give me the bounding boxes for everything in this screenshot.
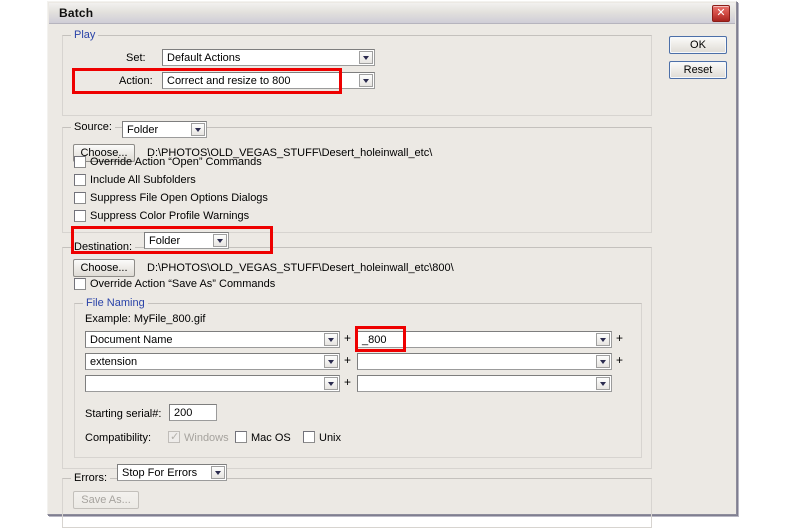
chevron-down-icon[interactable] [596, 377, 610, 390]
naming-row-2-right-dropdown[interactable] [357, 353, 612, 370]
dialog-body: OK Reset Play Set: Default Actions Actio… [49, 23, 735, 528]
action-value: Correct and resize to 800 [167, 75, 291, 87]
naming-row-2-left-value: extension [90, 356, 138, 368]
play-legend: Play [71, 29, 99, 41]
naming-row-1-right-value: _800 [362, 334, 387, 346]
errors-group: Errors: [62, 472, 652, 528]
checkbox-include-subfolders[interactable] [74, 174, 86, 186]
action-label: Action: [119, 75, 153, 87]
checkbox-override-saveas[interactable] [74, 278, 86, 290]
checkbox-override-open-label: Override Action “Open” Commands [90, 156, 262, 168]
naming-row-1-right-dropdown[interactable]: _800 [357, 331, 612, 348]
ok-button[interactable]: OK [669, 36, 727, 54]
check-icon: ✓ [170, 431, 180, 443]
checkbox-override-open[interactable] [74, 156, 86, 168]
chevron-down-icon[interactable] [596, 333, 610, 346]
checkbox-include-subfolders-label: Include All Subfolders [90, 174, 196, 186]
chevron-down-icon[interactable] [324, 333, 338, 346]
page-title: Batch [59, 6, 94, 20]
save-as-button: Save As... [73, 491, 139, 509]
title-bar: Batch ✕ [49, 3, 735, 24]
chevron-down-icon[interactable] [213, 234, 227, 247]
destination-choose-button[interactable]: Choose... [73, 259, 135, 277]
checkbox-suppress-file-open[interactable] [74, 192, 86, 204]
checkbox-override-saveas-label: Override Action “Save As” Commands [90, 278, 276, 290]
naming-row-3-right-dropdown[interactable] [357, 375, 612, 392]
destination-path: D:\PHOTOS\OLD_VEGAS_STUFF\Desert_holeinw… [147, 262, 454, 274]
checkbox-compat-windows: ✓ [168, 431, 180, 443]
file-naming-legend: File Naming [83, 297, 148, 309]
destination-value: Folder [149, 235, 181, 247]
naming-row-1-left-value: Document Name [90, 334, 173, 346]
set-label: Set: [126, 52, 146, 64]
batch-dialog: Batch ✕ OK Reset Play Set: Default Actio… [47, 1, 737, 528]
reset-button[interactable]: Reset [669, 61, 727, 79]
naming-row-2-plus: + [344, 353, 352, 367]
chevron-down-icon[interactable] [359, 51, 373, 64]
checkbox-suppress-color-profile-label: Suppress Color Profile Warnings [90, 210, 250, 222]
checkbox-compat-macos[interactable] [235, 431, 247, 443]
checkbox-suppress-file-open-label: Suppress File Open Options Dialogs [90, 192, 268, 204]
chevron-down-icon[interactable] [324, 377, 338, 390]
file-naming-example: Example: MyFile_800.gif [85, 313, 206, 325]
checkbox-compat-windows-label: Windows [184, 432, 229, 444]
naming-row-1-plus: + [344, 331, 352, 345]
close-icon[interactable]: ✕ [712, 5, 730, 22]
serial-label: Starting serial#: [85, 408, 162, 420]
set-value: Default Actions [167, 52, 241, 64]
compatibility-label: Compatibility: [85, 432, 152, 444]
serial-input[interactable]: 200 [169, 404, 217, 421]
source-dropdown[interactable]: Folder [122, 121, 207, 138]
close-glyph: ✕ [716, 6, 726, 19]
chevron-down-icon[interactable] [211, 466, 225, 479]
naming-row-1-left-dropdown[interactable]: Document Name [85, 331, 340, 348]
chevron-down-icon[interactable] [596, 355, 610, 368]
chevron-down-icon[interactable] [324, 355, 338, 368]
destination-legend: Destination: [71, 241, 136, 253]
destination-dropdown[interactable]: Folder [144, 232, 229, 249]
checkbox-compat-unix[interactable] [303, 431, 315, 443]
source-value: Folder [127, 124, 159, 136]
set-dropdown[interactable]: Default Actions [162, 49, 375, 66]
checkbox-compat-macos-label: Mac OS [251, 432, 291, 444]
naming-row-3-left-dropdown[interactable] [85, 375, 340, 392]
naming-row-1-trailing-plus: + [616, 331, 624, 345]
action-dropdown[interactable]: Correct and resize to 800 [162, 72, 375, 89]
naming-row-2-left-dropdown[interactable]: extension [85, 353, 340, 370]
naming-row-3-plus: + [344, 375, 352, 389]
errors-dropdown[interactable]: Stop For Errors [117, 464, 227, 481]
chevron-down-icon[interactable] [359, 74, 373, 87]
errors-legend: Errors: [71, 472, 110, 484]
naming-row-2-trailing-plus: + [616, 353, 624, 367]
errors-value: Stop For Errors [122, 467, 198, 479]
checkbox-suppress-color-profile[interactable] [74, 210, 86, 222]
chevron-down-icon[interactable] [191, 123, 205, 136]
checkbox-compat-unix-label: Unix [319, 432, 342, 444]
source-legend: Source: [71, 121, 115, 133]
